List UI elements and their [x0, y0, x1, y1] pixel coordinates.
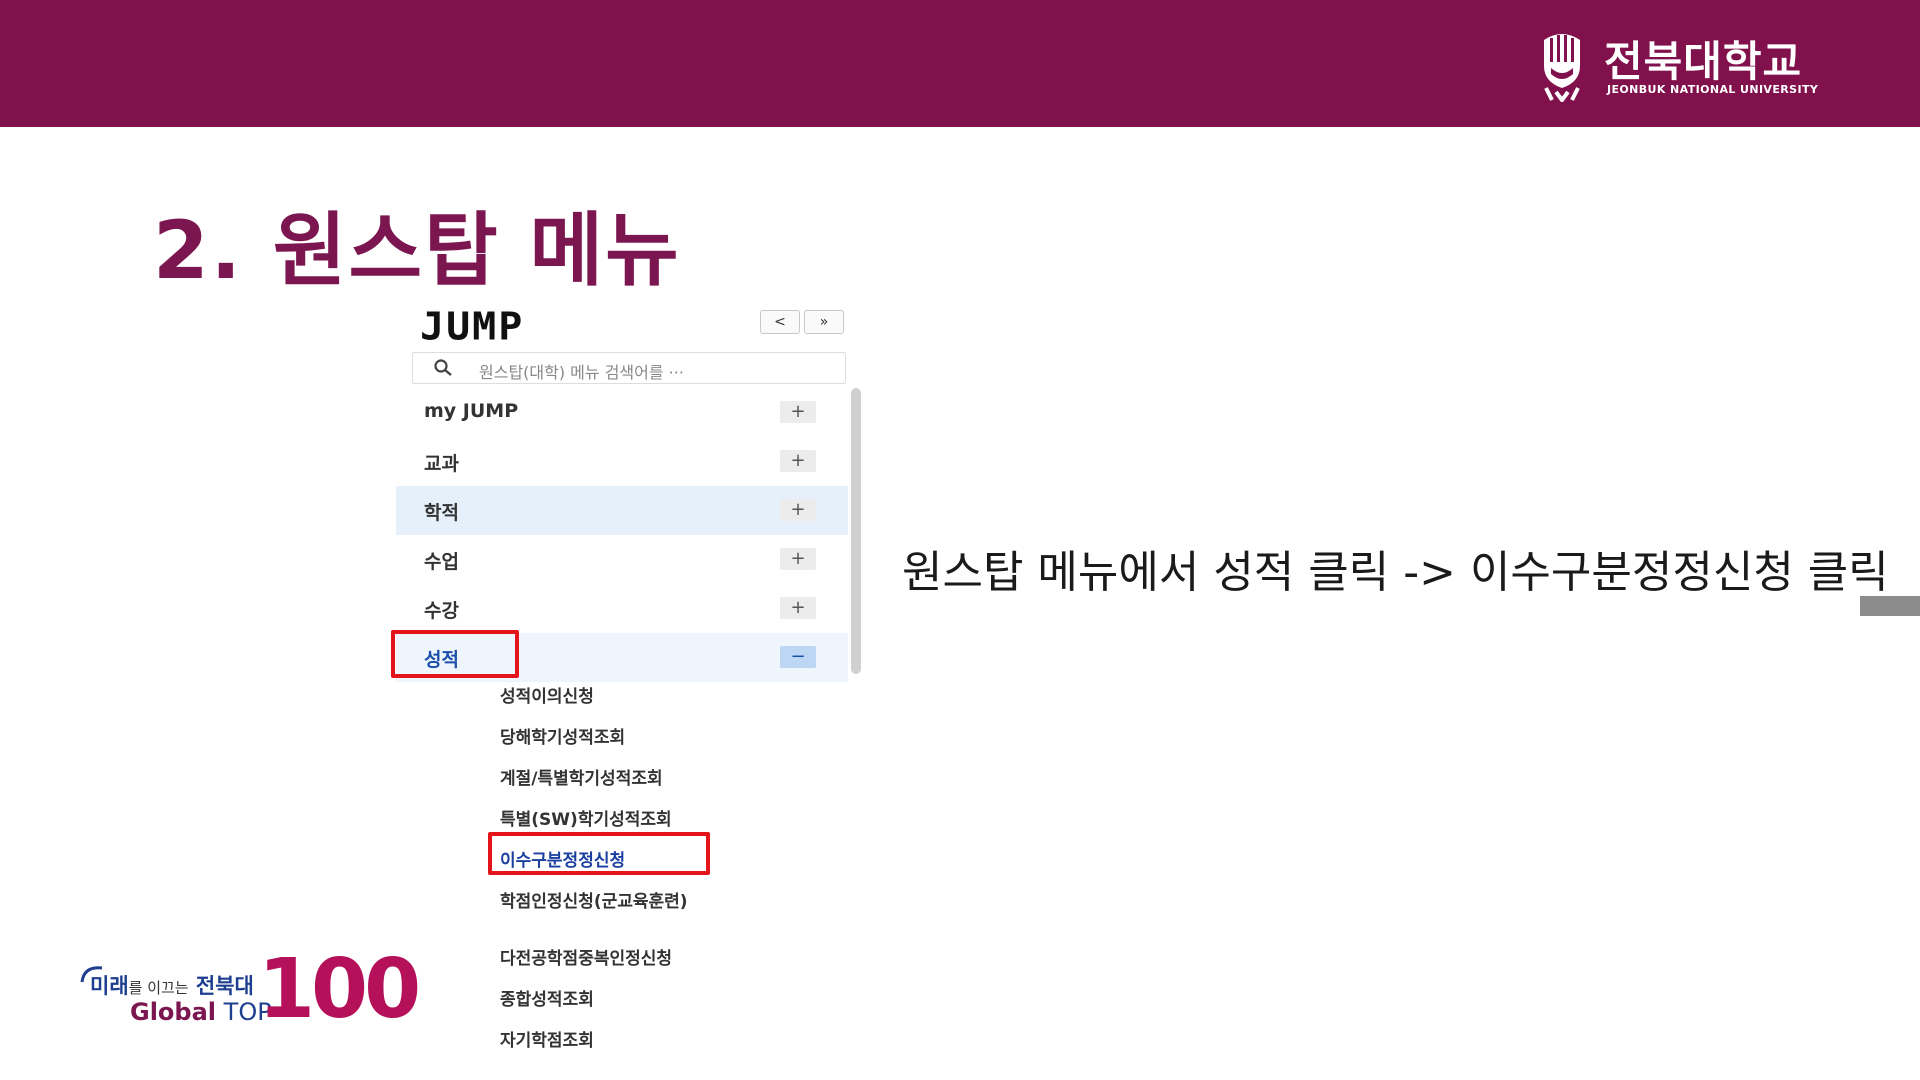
grades-highlight-box	[391, 630, 519, 678]
submenu-item[interactable]: 학점인정신청(군교육훈련)	[500, 889, 760, 946]
menu-item-label: my JUMP	[424, 400, 519, 422]
expand-plus-icon[interactable]: +	[780, 597, 816, 619]
menu-item-label: 교과	[424, 453, 459, 475]
global-word: Global	[130, 998, 217, 1026]
expand-plus-icon[interactable]: +	[780, 499, 816, 521]
instruction-text: 원스탑 메뉴에서 성적 클릭 -> 이수구분정정신청 클릭	[902, 547, 1889, 598]
global-top-line: Global TOP	[130, 998, 272, 1026]
university-name-en: JEONBUK NATIONAL UNIVERSITY	[1607, 83, 1819, 96]
page-title: 2. 원스탑 메뉴	[153, 204, 681, 297]
grades-submenu: 성적이의신청 당해학기성적조회 계절/특별학기성적조회 특별(SW)학기성적조회…	[500, 684, 860, 1069]
expand-plus-icon[interactable]: +	[780, 548, 816, 570]
menu-item-label: 학적	[424, 502, 459, 524]
number-100: 100	[258, 942, 421, 1037]
menu-item-registration[interactable]: 수강 +	[396, 584, 848, 633]
submenu-item[interactable]: 성적이의신청	[500, 684, 860, 725]
expand-plus-icon[interactable]: +	[780, 450, 816, 472]
menu-scrollbar-thumb[interactable]	[851, 388, 861, 674]
slogan-line: 미래를 이끄는 전북대	[90, 970, 254, 1000]
slogan-jbnu: 전북대	[195, 974, 254, 998]
slide-side-marker	[1860, 596, 1920, 616]
search-placeholder: 원스탑(대학) 메뉴 검색어를 ···	[479, 363, 684, 382]
menu-search-input[interactable]: 원스탑(대학) 메뉴 검색어를 ···	[412, 352, 846, 384]
menu-item-academic-records[interactable]: 학적 +	[396, 486, 848, 535]
major-change-highlight-box	[488, 832, 710, 875]
university-name-ko: 전북대학교	[1604, 37, 1803, 86]
submenu-item[interactable]: 당해학기성적조회	[500, 725, 860, 766]
menu-item-my-jump[interactable]: my JUMP +	[396, 388, 848, 437]
header-bar: 전북대학교 JEONBUK NATIONAL UNIVERSITY	[0, 0, 1920, 127]
collapse-menu-button[interactable]: <	[760, 310, 800, 334]
slogan-future: 미래	[90, 974, 129, 998]
jump-logo[interactable]: JUMP	[420, 305, 524, 349]
submenu-item[interactable]: 계절/특별학기성적조회	[500, 766, 860, 807]
expand-menu-button[interactable]: »	[804, 310, 844, 334]
submenu-item[interactable]: 자기학점조회	[500, 1028, 860, 1069]
university-emblem-icon	[1544, 34, 1580, 102]
collapse-minus-icon[interactable]: −	[780, 646, 816, 668]
menu-item-label: 수업	[424, 551, 459, 573]
submenu-item[interactable]: 다전공학점중복인정신청	[500, 946, 860, 987]
expand-plus-icon[interactable]: +	[780, 401, 816, 423]
search-icon	[434, 359, 452, 376]
global-top-100-logo: 미래를 이끄는 전북대 Global TOP 100	[78, 942, 421, 1037]
submenu-item[interactable]: 종합성적조회	[500, 987, 860, 1028]
menu-item-curriculum[interactable]: 교과 +	[396, 437, 848, 486]
slogan-leading: 를 이끄는	[128, 979, 189, 997]
menu-item-label: 수강	[424, 600, 459, 622]
menu-item-classes[interactable]: 수업 +	[396, 535, 848, 584]
university-brand: 전북대학교 JEONBUK NATIONAL UNIVERSITY	[1538, 30, 1828, 105]
